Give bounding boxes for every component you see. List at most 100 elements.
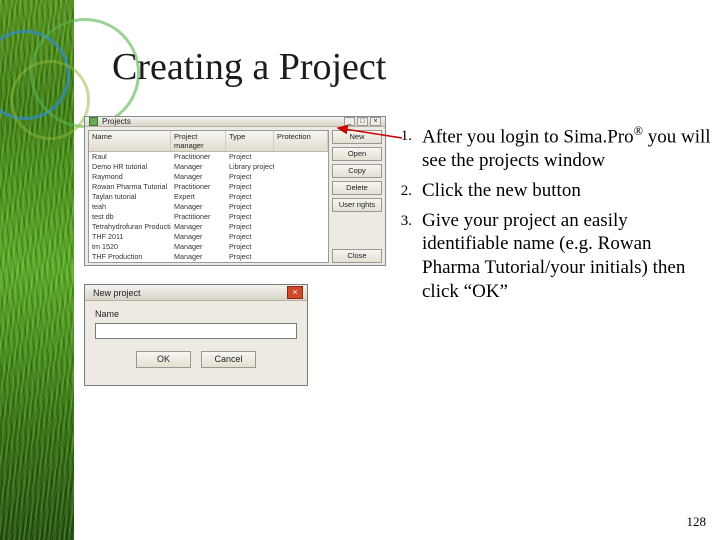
close-icon[interactable]: × <box>287 286 303 299</box>
instruction-item: 3. Give your project an easily identifia… <box>396 209 714 304</box>
instruction-text: After you login to Sima.Pro® you will se… <box>422 124 714 173</box>
instruction-text: Give your project an easily identifiable… <box>422 209 714 304</box>
delete-button[interactable]: Delete <box>332 181 382 195</box>
cell <box>274 202 328 212</box>
window-title: Projects <box>102 117 340 126</box>
cell <box>274 172 328 182</box>
table-row[interactable]: RaulPractitionerProject <box>89 152 328 162</box>
cell <box>274 252 328 262</box>
instruction-item: 1. After you login to Sima.Pro® you will… <box>396 124 714 173</box>
side-buttons: New Open Copy Delete User rights Close <box>332 130 382 263</box>
dialog-buttons: OK Cancel <box>95 351 297 368</box>
cell: THF Production <box>89 252 171 262</box>
titlebar: Projects _ □ × <box>85 117 385 127</box>
cell: Raul <box>89 152 171 162</box>
new-project-dialog: New project × Name OK Cancel <box>84 284 308 386</box>
table-row[interactable]: THF ProductionManagerProject <box>89 252 328 262</box>
copy-button[interactable]: Copy <box>332 164 382 178</box>
table-row[interactable]: THF 2011ManagerProject <box>89 232 328 242</box>
app-icon <box>89 117 98 126</box>
cell <box>274 162 328 172</box>
cell: Manager <box>171 222 226 232</box>
instruction-text: Click the new button <box>422 179 714 203</box>
table-row[interactable]: tm 1520ManagerProject <box>89 242 328 252</box>
list-number: 1. <box>396 124 422 173</box>
cell: Manager <box>171 162 226 172</box>
cell <box>274 242 328 252</box>
cell <box>274 182 328 192</box>
col-name[interactable]: Name <box>89 131 171 151</box>
open-button[interactable]: Open <box>332 147 382 161</box>
table-row[interactable]: teahManagerProject <box>89 202 328 212</box>
cell: Practitioner <box>171 212 226 222</box>
cancel-button[interactable]: Cancel <box>201 351 256 368</box>
cell <box>274 212 328 222</box>
cell: Project <box>226 222 274 232</box>
col-type[interactable]: Type <box>226 131 274 151</box>
cell: Rowan Pharma Tutorial <box>89 182 171 192</box>
cell: Demo HR tutorial <box>89 162 171 172</box>
cell: Project <box>226 212 274 222</box>
cell: Tetrahydrofuran Production <box>89 222 171 232</box>
cell: Practitioner <box>171 182 226 192</box>
cell: test db <box>89 212 171 222</box>
project-name-input[interactable] <box>95 323 297 339</box>
cell <box>274 152 328 162</box>
table-row[interactable]: Tetrahydrofuran ProductionManagerProject <box>89 222 328 232</box>
dialog-title: New project <box>89 288 283 298</box>
projects-body: Name Project manager Type Protection Rau… <box>85 127 385 266</box>
cell: Taylan tutorial <box>89 192 171 202</box>
instruction-item: 2. Click the new button <box>396 179 714 203</box>
cell: Project <box>226 242 274 252</box>
cell: Manager <box>171 202 226 212</box>
cell: Expert <box>171 192 226 202</box>
column-headers: Name Project manager Type Protection <box>89 131 328 152</box>
cell: Project <box>226 202 274 212</box>
spacer <box>332 215 382 246</box>
slide: Creating a Project Projects _ □ × Name P… <box>0 0 720 540</box>
cell: tm 1520 <box>89 242 171 252</box>
table-row[interactable]: Demo HR tutorialManagerLibrary project <box>89 162 328 172</box>
cell: teah <box>89 202 171 212</box>
table-row[interactable]: test dbPractitionerProject <box>89 212 328 222</box>
cell: Manager <box>171 242 226 252</box>
cell: Practitioner <box>171 152 226 162</box>
cell: Raymond <box>89 172 171 182</box>
cell <box>274 192 328 202</box>
cell: Project <box>226 192 274 202</box>
name-label: Name <box>95 309 297 319</box>
项目-rows: RaulPractitionerProjectDemo HR tutorialM… <box>89 152 328 262</box>
projects-list[interactable]: Name Project manager Type Protection Rau… <box>88 130 329 263</box>
close-button[interactable]: × <box>370 117 381 126</box>
projects-window: Projects _ □ × Name Project manager Type… <box>84 116 386 266</box>
cell: Manager <box>171 232 226 242</box>
maximize-button[interactable]: □ <box>357 117 368 126</box>
cell: Project <box>226 152 274 162</box>
user-rights-button[interactable]: User rights <box>332 198 382 212</box>
table-row[interactable]: Taylan tutorialExpertProject <box>89 192 328 202</box>
cell: THF 2011 <box>89 232 171 242</box>
list-number: 3. <box>396 209 422 304</box>
cell: Project <box>226 172 274 182</box>
col-protection[interactable]: Protection <box>274 131 328 151</box>
cell <box>274 222 328 232</box>
titlebar: New project × <box>85 285 307 301</box>
decorative-arc <box>10 60 90 140</box>
cell: Library project <box>226 162 274 172</box>
instructions: 1. After you login to Sima.Pro® you will… <box>396 124 714 310</box>
cell: Project <box>226 232 274 242</box>
page-number: 128 <box>687 514 707 530</box>
cell: Project <box>226 182 274 192</box>
close-window-button[interactable]: Close <box>332 249 382 263</box>
cell <box>274 232 328 242</box>
minimize-button[interactable]: _ <box>344 117 355 126</box>
col-manager[interactable]: Project manager <box>171 131 226 151</box>
dialog-body: Name OK Cancel <box>85 301 307 374</box>
table-row[interactable]: RaymondManagerProject <box>89 172 328 182</box>
new-button[interactable]: New <box>332 130 382 144</box>
cell: Manager <box>171 172 226 182</box>
ok-button[interactable]: OK <box>136 351 191 368</box>
table-row[interactable]: Rowan Pharma TutorialPractitionerProject <box>89 182 328 192</box>
window-controls: _ □ × <box>344 117 381 126</box>
list-number: 2. <box>396 179 422 203</box>
